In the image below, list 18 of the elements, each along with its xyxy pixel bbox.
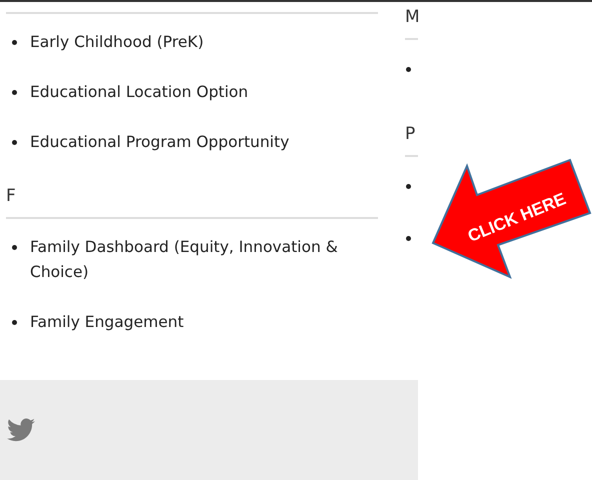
- list-link[interactable]: Early Childhood (PreK): [30, 30, 360, 55]
- bullet-icon: [12, 40, 17, 45]
- bullet-icon: [406, 236, 411, 241]
- bullet-icon: [12, 245, 17, 250]
- section-heading: P: [405, 123, 416, 145]
- bullet-icon: [406, 184, 411, 189]
- list-link[interactable]: Educational Program Opportunity: [30, 130, 360, 155]
- list-link[interactable]: Family Engagement: [30, 310, 360, 335]
- list-link[interactable]: Educational Location Option: [30, 80, 360, 105]
- bullet-icon: [12, 90, 17, 95]
- bullet-icon: [12, 140, 17, 145]
- list-link[interactable]: Family Dashboard (Equity, Innovation & Choice): [30, 235, 360, 285]
- twitter-bird-icon[interactable]: [7, 418, 35, 442]
- arrow-callout[interactable]: CLICK HERE: [432, 158, 592, 279]
- section-heading: M: [405, 6, 418, 28]
- bullet-icon: [12, 320, 17, 325]
- bullet-icon: [406, 67, 411, 72]
- section-heading: F: [6, 185, 17, 207]
